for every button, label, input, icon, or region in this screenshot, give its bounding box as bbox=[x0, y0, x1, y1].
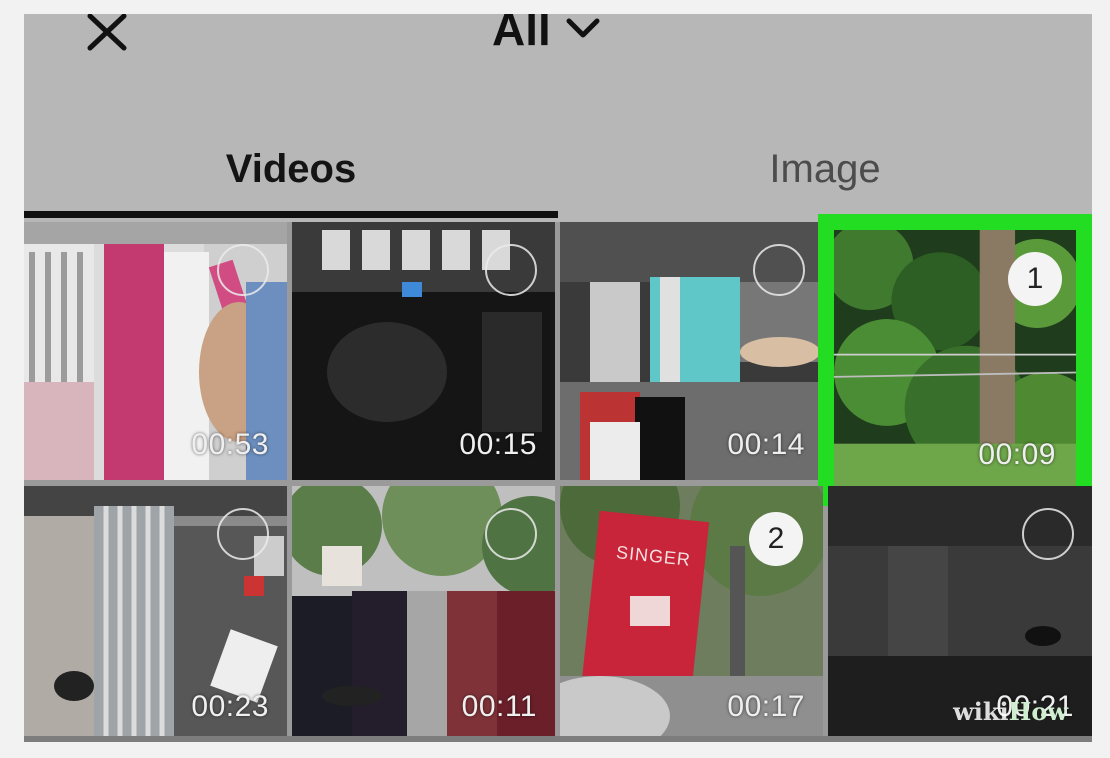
video-tile[interactable]: 00:14 bbox=[560, 222, 823, 480]
watermark-suffix: How bbox=[1008, 697, 1068, 726]
video-duration: 00:17 bbox=[727, 690, 805, 723]
video-duration: 00:23 bbox=[191, 690, 269, 723]
media-picker-screen: All Videos Image 00:53 00:15 00:14 1 00:… bbox=[24, 14, 1092, 742]
select-circle[interactable] bbox=[217, 244, 269, 296]
select-circle[interactable] bbox=[485, 508, 537, 560]
video-tile-selected[interactable]: 1 00:09 bbox=[818, 214, 1092, 506]
selection-order-badge[interactable]: 1 bbox=[1008, 252, 1062, 306]
media-type-tabs: Videos Image bbox=[24, 124, 1092, 214]
select-circle[interactable] bbox=[1022, 508, 1074, 560]
video-tile[interactable]: SINGER 2 00:17 bbox=[560, 486, 823, 742]
video-duration: 00:14 bbox=[727, 428, 805, 461]
video-duration: 00:15 bbox=[459, 428, 537, 461]
active-tab-indicator bbox=[24, 211, 558, 218]
next-row-preview bbox=[24, 736, 1092, 742]
video-tile[interactable]: 00:15 bbox=[292, 222, 555, 480]
watermark: wikiHow bbox=[953, 697, 1068, 726]
selection-order-badge[interactable]: 2 bbox=[749, 512, 803, 566]
tab-videos[interactable]: Videos bbox=[24, 124, 558, 214]
chevron-down-icon bbox=[566, 18, 600, 38]
select-circle[interactable] bbox=[217, 508, 269, 560]
video-duration: 00:09 bbox=[978, 438, 1056, 471]
top-bar: All bbox=[24, 14, 1092, 74]
close-icon[interactable] bbox=[84, 14, 130, 54]
video-tile[interactable]: 00:23 bbox=[24, 486, 287, 742]
select-circle[interactable] bbox=[485, 244, 537, 296]
watermark-prefix: wiki bbox=[953, 697, 1009, 726]
video-tile[interactable]: 00:53 bbox=[24, 222, 287, 480]
video-duration: 00:53 bbox=[191, 428, 269, 461]
video-grid: 00:53 00:15 00:14 1 00:09 00:23 00:11 SI… bbox=[24, 214, 1092, 742]
select-circle[interactable] bbox=[753, 244, 805, 296]
album-selector[interactable]: All bbox=[492, 14, 601, 58]
album-label: All bbox=[492, 14, 551, 55]
tab-image[interactable]: Image bbox=[558, 124, 1092, 214]
video-duration: 00:11 bbox=[461, 690, 537, 723]
video-tile[interactable]: 00:11 bbox=[292, 486, 555, 742]
